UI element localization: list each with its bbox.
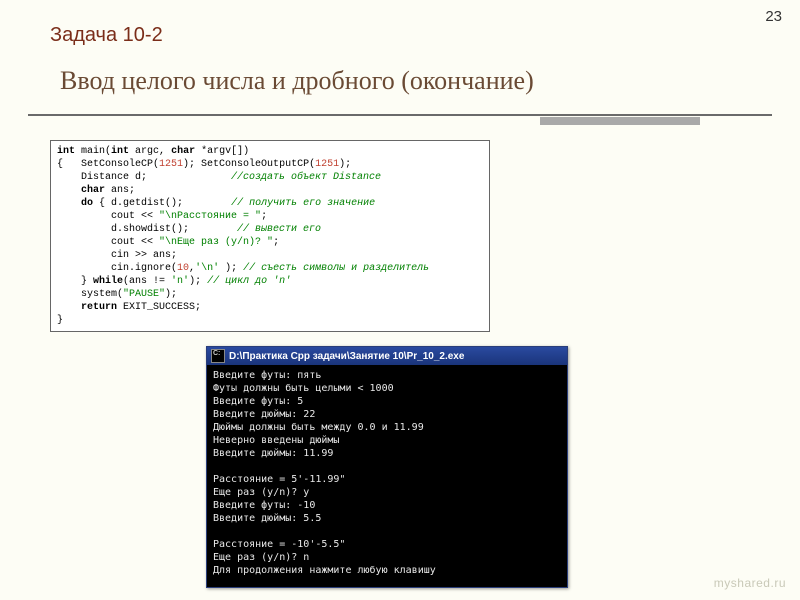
slide: 23 Задача 10-2 Ввод целого числа и дробн… xyxy=(0,0,800,600)
code-box: int main(int argc, char *argv[]) { SetCo… xyxy=(50,140,490,332)
heading: Ввод целого числа и дробного (окончание) xyxy=(60,66,760,96)
console-output: Введите футы: пять Футы должны быть целы… xyxy=(213,369,561,577)
divider-line xyxy=(28,114,772,116)
divider-bar xyxy=(540,117,700,125)
console-body: Введите футы: пять Футы должны быть целы… xyxy=(207,365,567,587)
console-title-text: D:\Практика Cpp задачи\Занятие 10\Pr_10_… xyxy=(229,351,464,362)
console-window: D:\Практика Cpp задачи\Занятие 10\Pr_10_… xyxy=(206,346,568,588)
console-titlebar: D:\Практика Cpp задачи\Занятие 10\Pr_10_… xyxy=(207,347,567,365)
task-label: Задача 10-2 xyxy=(50,24,163,47)
watermark: myshared.ru xyxy=(714,576,786,590)
console-app-icon xyxy=(211,349,225,363)
code-content: int main(int argc, char *argv[]) { SetCo… xyxy=(57,145,483,327)
page-number: 23 xyxy=(765,8,782,25)
